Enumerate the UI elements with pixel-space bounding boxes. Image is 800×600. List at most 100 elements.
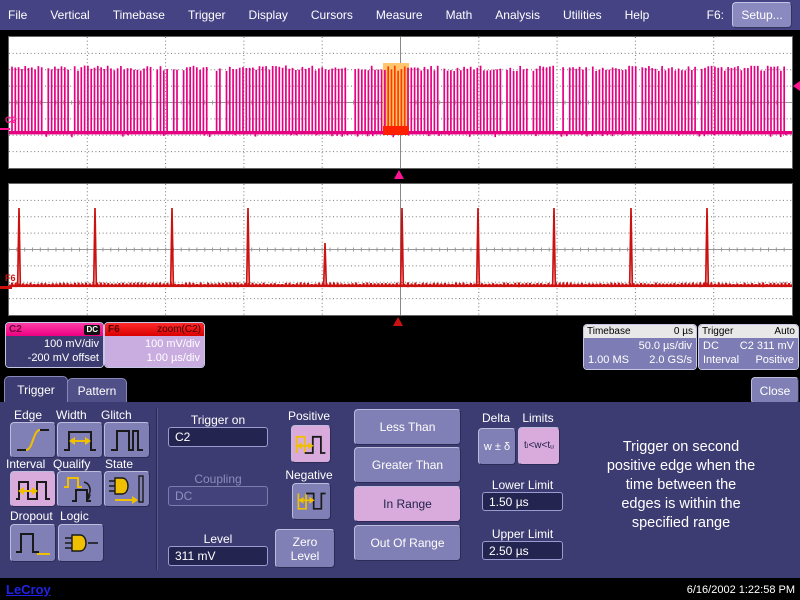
lower-limit-input[interactable]: 1.50 µs	[482, 492, 563, 511]
trigger-on-select[interactable]: C2	[168, 427, 268, 447]
trigger-source-level: C2 311 mV	[740, 339, 794, 353]
type-label-glitch: Glitch	[101, 408, 132, 422]
condition-out-of-range-button[interactable]: Out Of Range	[354, 525, 461, 561]
lower-limit-label: Lower Limit	[482, 478, 563, 492]
f6-time-per-div: 1.00 µs/div	[109, 351, 200, 365]
upper-limit-input[interactable]: 2.50 µs	[482, 541, 563, 560]
lecroy-logo: LeCroy	[6, 582, 51, 597]
menu-display[interactable]: Display	[249, 8, 288, 22]
menu-measure[interactable]: Measure	[376, 8, 423, 22]
negative-slope-button[interactable]	[292, 483, 331, 520]
c2-volts-per-div: 100 mV/div	[10, 337, 99, 351]
type-label-edge: Edge	[14, 408, 42, 422]
trigger-title: Trigger	[702, 325, 733, 338]
timebase-offset: 0 µs	[674, 325, 693, 338]
f6-zero-marker	[0, 286, 12, 289]
positive-slope-label: Positive	[287, 409, 331, 423]
menu-vertical[interactable]: Vertical	[50, 8, 89, 22]
trigger-time-marker-f6[interactable]	[393, 317, 403, 326]
positive-slope-icon	[293, 429, 329, 459]
c2-descriptor-name: C2	[9, 323, 22, 336]
trigger-coupling: DC	[703, 339, 719, 353]
trigger-type-logic-button[interactable]	[58, 524, 104, 562]
f6-waveform-grid	[8, 183, 793, 316]
trigger-type-qualify-button[interactable]	[57, 471, 103, 507]
c2-trace-label: C2	[5, 115, 17, 125]
delta-label: Delta	[476, 411, 516, 425]
menu-timebase[interactable]: Timebase	[113, 8, 165, 22]
delta-mode-button[interactable]: w ± δ	[478, 428, 516, 465]
zero-level-button[interactable]: Zero Level	[275, 529, 335, 568]
menu-trigger[interactable]: Trigger	[188, 8, 226, 22]
c2-waveform-grid	[8, 36, 793, 169]
timebase-samples: 1.00 MS	[588, 353, 629, 367]
type-label-interval: Interval	[6, 457, 45, 471]
limits-label: Limits	[517, 411, 559, 425]
type-label-logic: Logic	[60, 509, 89, 523]
condition-in-range-button[interactable]: In Range	[354, 486, 461, 522]
dialog-section-divider	[156, 408, 158, 570]
trigger-type-dropout-button[interactable]	[10, 524, 56, 562]
negative-slope-icon	[295, 487, 329, 517]
menu-analysis[interactable]: Analysis	[495, 8, 540, 22]
width-icon	[60, 425, 100, 455]
dropout-icon	[13, 528, 53, 558]
trigger-slope: Positive	[755, 353, 794, 367]
trigger-description-text: Trigger on second positive edge when the…	[572, 438, 790, 533]
trigger-mode: Auto	[774, 325, 795, 338]
trigger-type-state-button[interactable]	[104, 471, 150, 507]
f6-trace-label: F6	[5, 273, 16, 283]
trigger-level-marker[interactable]	[793, 81, 800, 91]
negative-slope-label: Negative	[285, 468, 333, 482]
coupling-select: DC	[168, 486, 268, 506]
f6-descriptor-name: F6	[108, 323, 120, 336]
c2-coupling-badge: DC	[84, 325, 100, 335]
type-label-qualify: Qualify	[53, 457, 90, 471]
trigger-type-width-button[interactable]	[57, 422, 103, 458]
menu-math[interactable]: Math	[446, 8, 473, 22]
timebase-title: Timebase	[587, 325, 631, 338]
tab-pattern[interactable]: Pattern	[67, 378, 127, 403]
condition-greater-than-button[interactable]: Greater Than	[354, 447, 461, 483]
trigger-type-edge-button[interactable]	[10, 422, 56, 458]
trigger-descriptor[interactable]: Trigger Auto DC C2 311 mV Interval Posit…	[698, 324, 799, 370]
close-button[interactable]: Close	[751, 377, 799, 404]
setup-button[interactable]: Setup...	[732, 2, 792, 28]
timebase-rate: 2.0 GS/s	[649, 353, 692, 367]
limits-mode-button[interactable]: tₗ<w<tᵤ	[518, 427, 560, 465]
type-label-width: Width	[56, 408, 87, 422]
c2-zero-marker	[0, 128, 10, 130]
c2-channel-descriptor[interactable]: C2 DC 100 mV/div -200 mV offset	[5, 322, 104, 368]
trigger-on-label: Trigger on	[168, 413, 268, 427]
timebase-per-div: 50.0 µs/div	[588, 339, 692, 353]
condition-less-than-button[interactable]: Less Than	[354, 409, 461, 445]
f6-descriptor-source: zoom(C2)	[157, 323, 201, 336]
tab-trigger[interactable]: Trigger	[4, 376, 68, 403]
clock-timestamp: 6/16/2002 1:22:58 PM	[687, 584, 795, 596]
menu-help[interactable]: Help	[625, 8, 650, 22]
interval-icon	[13, 474, 53, 504]
state-icon	[107, 474, 147, 504]
level-label: Level	[168, 532, 268, 546]
timebase-descriptor[interactable]: Timebase 0 µs 50.0 µs/div 1.00 MS 2.0 GS…	[583, 324, 697, 370]
status-bar: LeCroy 6/16/2002 1:22:58 PM	[0, 580, 800, 600]
f6-channel-descriptor[interactable]: F6 zoom(C2) 100 mV/div 1.00 µs/div	[104, 322, 205, 368]
c2-offset: -200 mV offset	[10, 351, 99, 365]
f6-volts-per-div: 100 mV/div	[109, 337, 200, 351]
type-label-state: State	[105, 457, 133, 471]
menu-file[interactable]: File	[8, 8, 27, 22]
positive-slope-button[interactable]	[291, 425, 331, 463]
menu-cursors[interactable]: Cursors	[311, 8, 353, 22]
trigger-type-glitch-button[interactable]	[104, 422, 150, 458]
level-input[interactable]: 311 mV	[168, 546, 268, 566]
edge-icon	[13, 425, 53, 455]
trigger-type-interval-button[interactable]	[10, 471, 56, 507]
coupling-label: Coupling	[168, 472, 268, 486]
f6-indicator-label: F6:	[707, 8, 724, 22]
menu-utilities[interactable]: Utilities	[563, 8, 602, 22]
logic-icon	[61, 528, 101, 558]
type-label-dropout: Dropout	[10, 509, 53, 523]
trigger-time-marker-c2[interactable]	[394, 170, 404, 179]
qualify-icon	[60, 474, 100, 504]
oscilloscope-screen: File Vertical Timebase Trigger Display C…	[0, 0, 800, 600]
